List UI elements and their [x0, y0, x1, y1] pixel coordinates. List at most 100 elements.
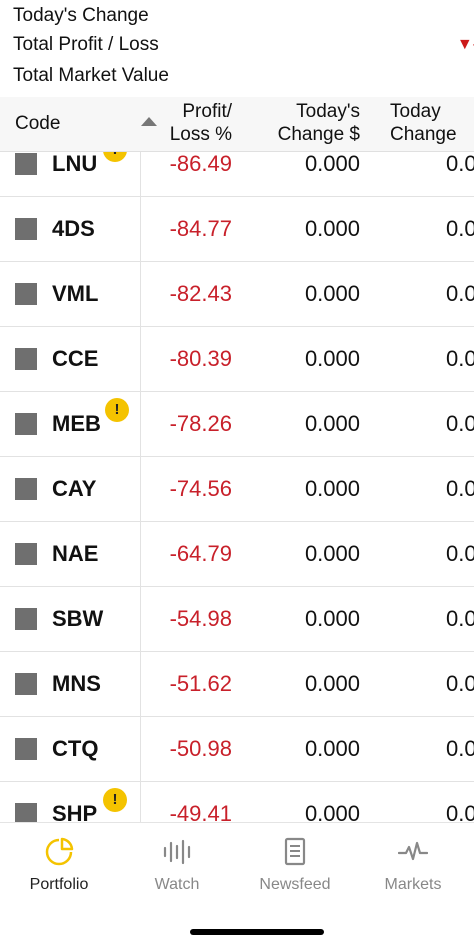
- profit-loss-value: -78.26: [169, 411, 232, 436]
- todays-change-value: 0.000: [304, 476, 360, 501]
- profit-loss-value: -84.77: [169, 216, 232, 241]
- tab-portfolio-label: Portfolio: [29, 876, 89, 893]
- todays-change-value: 0.000: [304, 346, 360, 371]
- todays-change-value: 0.000: [304, 606, 360, 631]
- color-swatch: [15, 348, 37, 370]
- table-row[interactable]: NAE -64.79 0.000 0.0: [0, 522, 474, 587]
- stock-code: LNU: [52, 152, 98, 176]
- portfolio-summary: Today's Change Total Profit / Loss ▼- To…: [0, 0, 474, 97]
- tab-newsfeed[interactable]: Newsfeed: [236, 823, 354, 913]
- tab-markets-label: Markets: [384, 876, 442, 893]
- pie-chart-icon: [45, 837, 74, 866]
- table-row[interactable]: LNU ! -86.49 0.000 0.0: [0, 152, 474, 197]
- warning-icon[interactable]: !: [105, 398, 129, 422]
- table-row[interactable]: 4DS -84.77 0.000 0.0: [0, 197, 474, 262]
- todays-change-pct-value: 0.0: [446, 476, 474, 501]
- stock-code: CCE: [52, 346, 99, 371]
- color-swatch: [15, 478, 37, 500]
- profit-loss-value: -50.98: [169, 736, 232, 761]
- header-profit-loss-line2: Loss %: [169, 124, 232, 145]
- stock-code: SHP: [52, 801, 98, 822]
- warning-icon[interactable]: !: [103, 788, 127, 812]
- color-swatch: [15, 413, 37, 435]
- header-profit-loss-line1: Profit/: [182, 101, 232, 122]
- color-swatch: [15, 218, 37, 240]
- todays-change-value: 0.000: [304, 216, 360, 241]
- header-todays-change-pct[interactable]: Today Change: [390, 100, 474, 146]
- todays-change-value: 0.000: [304, 736, 360, 761]
- color-swatch: [15, 673, 37, 695]
- table-row[interactable]: SBW -54.98 0.000 0.0: [0, 587, 474, 652]
- profit-loss-value: -64.79: [169, 541, 232, 566]
- stock-code: CTQ: [52, 736, 99, 761]
- header-todays-change-pct-line1: Today: [390, 101, 441, 122]
- todays-change-label: Today's Change: [13, 5, 149, 26]
- stock-code: 4DS: [52, 216, 95, 241]
- table-header: Code Profit/ Loss % Today's Change $ Tod…: [0, 97, 474, 152]
- table-row[interactable]: CCE -80.39 0.000 0.0: [0, 327, 474, 392]
- profit-loss-value: -80.39: [169, 346, 232, 371]
- profit-loss-value: -86.49: [169, 152, 232, 176]
- table-row[interactable]: SHP ! -49.41 0.000 0.0: [0, 782, 474, 822]
- todays-change-value: 0.000: [304, 541, 360, 566]
- stock-code: CAY: [52, 476, 97, 501]
- profit-loss-value: -82.43: [169, 281, 232, 306]
- todays-change-pct-value: 0.0: [446, 346, 474, 371]
- color-swatch: [15, 803, 37, 822]
- todays-change-value: 0.000: [304, 671, 360, 696]
- header-todays-change-pct-line2: Change: [390, 124, 457, 145]
- todays-change-pct-value: 0.0: [446, 606, 474, 631]
- color-swatch: [15, 543, 37, 565]
- profit-loss-value: -74.56: [169, 476, 232, 501]
- header-profit-loss[interactable]: Profit/ Loss %: [140, 100, 232, 146]
- todays-change-pct-value: 0.0: [446, 411, 474, 436]
- profit-loss-value: -54.98: [169, 606, 232, 631]
- table-row[interactable]: CTQ -50.98 0.000 0.0: [0, 717, 474, 782]
- total-profit-loss-label: Total Profit / Loss: [13, 34, 159, 55]
- bottom-tab-bar: Portfolio Watch Newsfeed Markets: [0, 822, 474, 946]
- tab-newsfeed-label: Newsfeed: [259, 876, 331, 893]
- warning-icon[interactable]: !: [103, 152, 127, 162]
- stock-code: MNS: [52, 671, 101, 696]
- color-swatch: [15, 608, 37, 630]
- header-todays-change[interactable]: Today's Change $: [250, 100, 360, 146]
- header-code[interactable]: Code: [15, 112, 60, 135]
- stock-code: VML: [52, 281, 99, 306]
- table-row[interactable]: VML -82.43 0.000 0.0: [0, 262, 474, 327]
- todays-change-pct-value: 0.0: [446, 216, 474, 241]
- color-swatch: [15, 283, 37, 305]
- color-swatch: [15, 738, 37, 760]
- todays-change-value: 0.000: [304, 411, 360, 436]
- todays-change-value: 0.000: [304, 801, 360, 822]
- tab-markets[interactable]: Markets: [354, 823, 472, 913]
- color-swatch: [15, 153, 37, 175]
- pulse-icon: [398, 841, 428, 861]
- stock-code: SBW: [52, 606, 104, 631]
- todays-change-value: 0.000: [304, 281, 360, 306]
- home-indicator[interactable]: [190, 929, 324, 935]
- profit-loss-value: -49.41: [169, 801, 232, 822]
- stock-code: MEB: [52, 411, 101, 436]
- table-row[interactable]: MNS -51.62 0.000 0.0: [0, 652, 474, 717]
- todays-change-value: 0.000: [304, 152, 360, 176]
- todays-change-pct-value: 0.0: [446, 671, 474, 696]
- total-market-value-label: Total Market Value: [13, 65, 169, 86]
- todays-change-pct-value: 0.0: [446, 281, 474, 306]
- todays-change-pct-value: 0.0: [446, 736, 474, 761]
- bars-icon: [163, 839, 191, 865]
- document-icon: [284, 837, 306, 866]
- header-todays-change-line2: Change $: [277, 124, 360, 145]
- loss-indicator: ▼-: [456, 36, 474, 53]
- tab-watch-label: Watch: [154, 876, 200, 893]
- table-row[interactable]: MEB ! -78.26 0.000 0.0: [0, 392, 474, 457]
- tab-portfolio[interactable]: Portfolio: [0, 823, 118, 913]
- table-row[interactable]: CAY -74.56 0.000 0.0: [0, 457, 474, 522]
- todays-change-pct-value: 0.0: [446, 541, 474, 566]
- profit-loss-value: -51.62: [169, 671, 232, 696]
- holdings-table[interactable]: LNU ! -86.49 0.000 0.0 4DS -84.77 0.000 …: [0, 152, 474, 822]
- todays-change-pct-value: 0.0: [446, 152, 474, 176]
- header-todays-change-line1: Today's: [296, 101, 360, 122]
- todays-change-pct-value: 0.0: [446, 801, 474, 822]
- stock-code: NAE: [52, 541, 99, 566]
- tab-watch[interactable]: Watch: [118, 823, 236, 913]
